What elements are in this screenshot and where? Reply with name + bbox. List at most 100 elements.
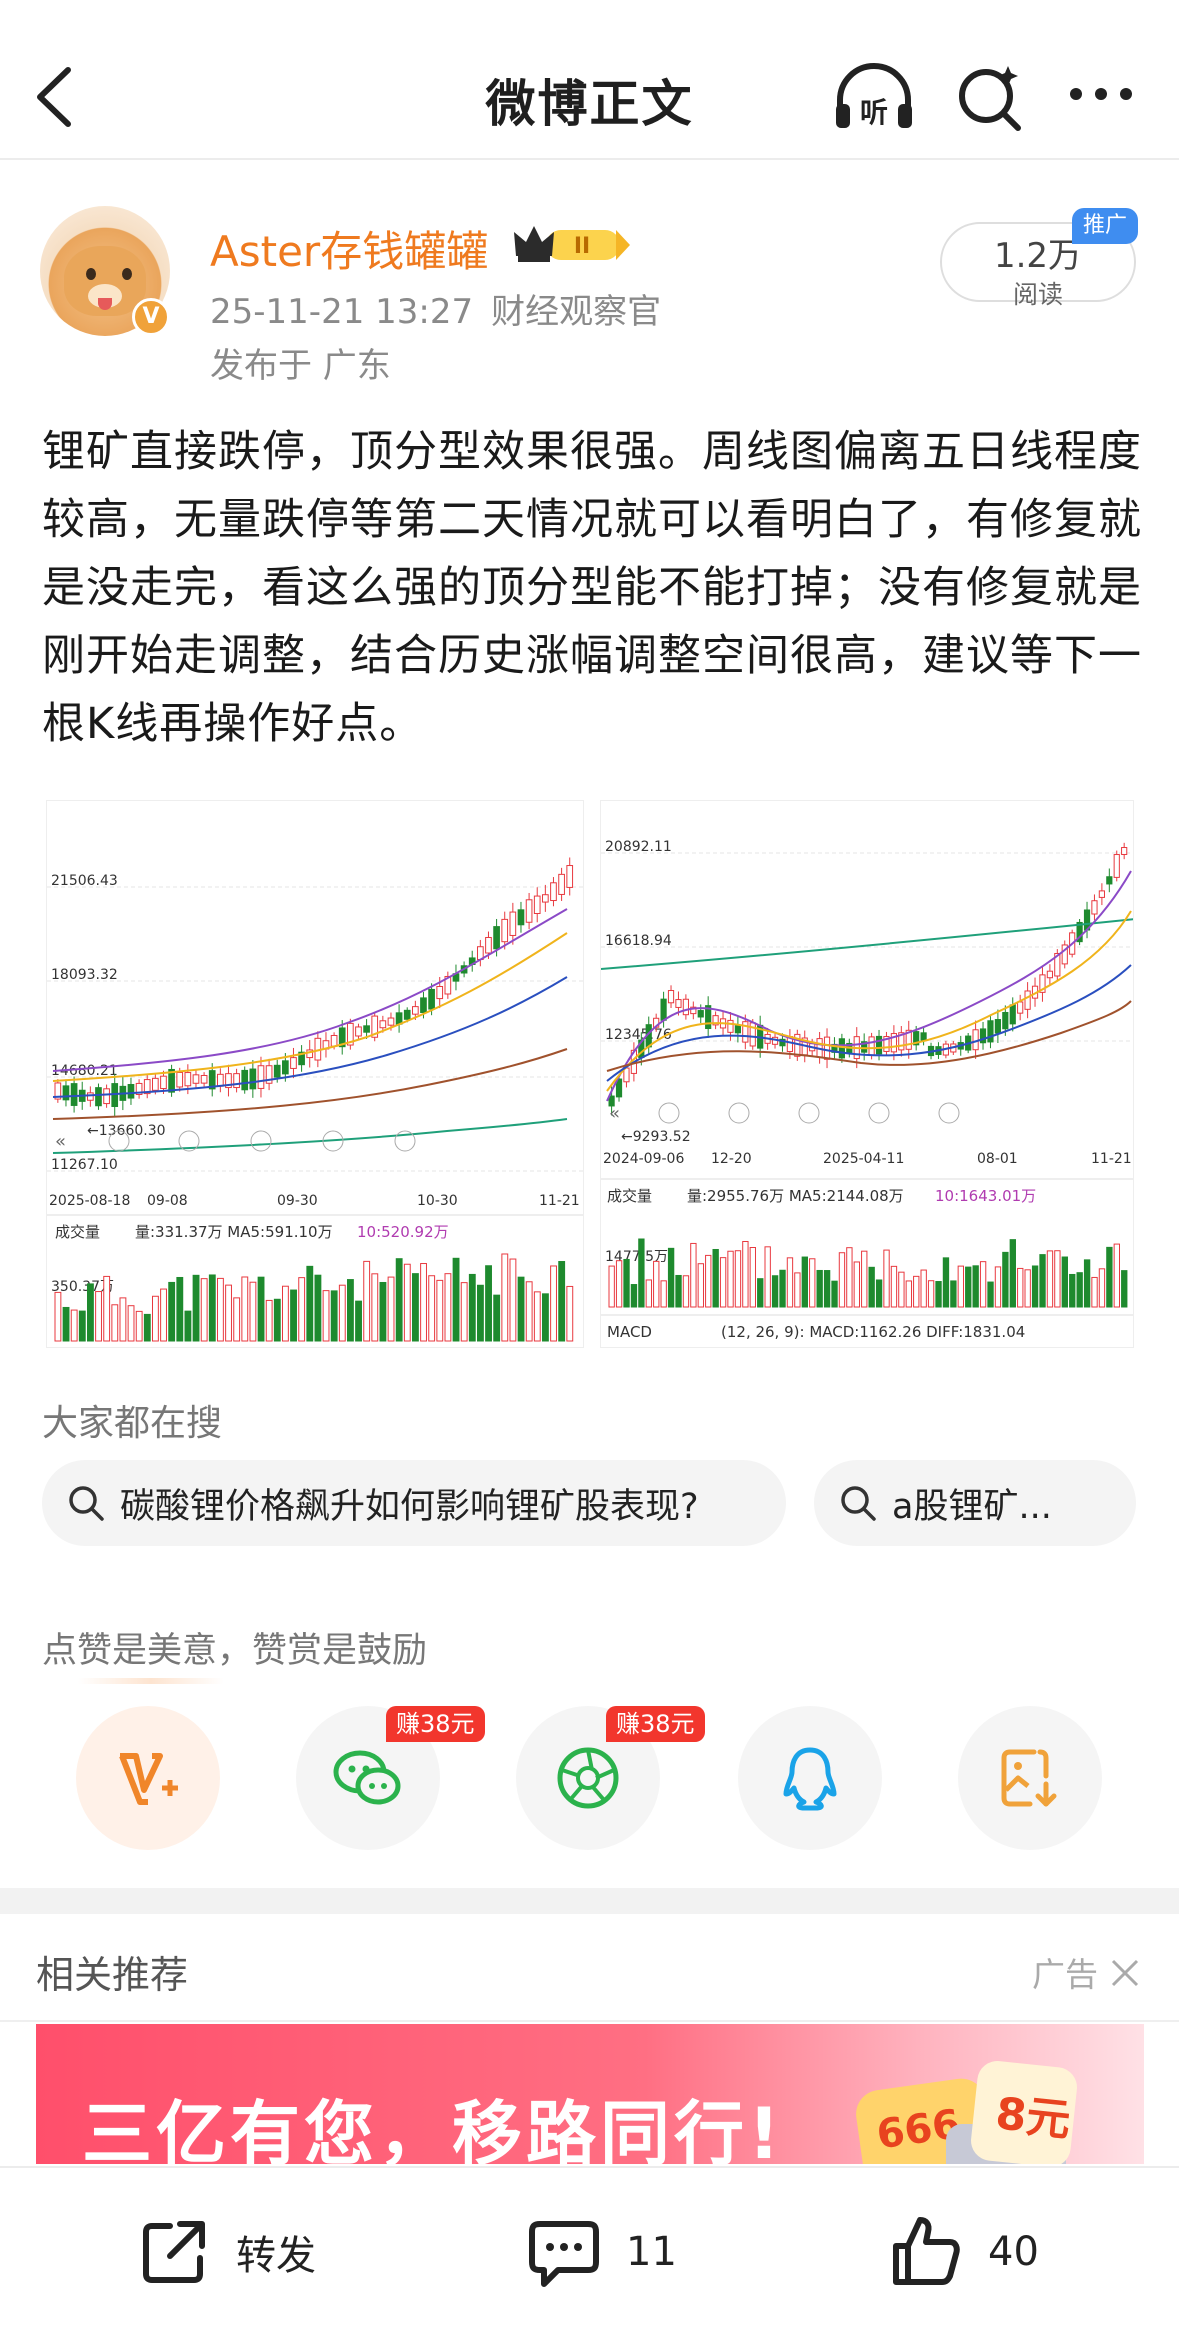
volume-bar <box>771 1275 779 1308</box>
volume-bar <box>420 1263 427 1342</box>
qq-penguin-icon <box>783 1747 837 1811</box>
volume-bar <box>477 1284 484 1342</box>
candle-body <box>412 1006 419 1015</box>
volume-bar <box>428 1275 436 1342</box>
candle-body <box>403 1009 411 1020</box>
volume-bar <box>890 1265 898 1308</box>
volume-bar <box>846 1247 853 1308</box>
ad-banner[interactable]: 三亿有您，移路同行! 666元 8元 <box>36 2024 1144 2164</box>
volume-bar <box>168 1281 176 1342</box>
volume-bar <box>935 1281 942 1308</box>
left-chart-collapse-icon[interactable]: « <box>55 1131 66 1152</box>
repost-icon <box>143 2221 205 2283</box>
candle-body <box>1002 1011 1009 1030</box>
candle-body <box>1106 876 1113 885</box>
listen-headphones-icon[interactable]: 听 <box>832 62 916 132</box>
like-button[interactable]: 40 <box>886 2212 1039 2292</box>
share-qq-button[interactable] <box>738 1706 882 1850</box>
volume-bar <box>615 1260 623 1308</box>
save-image-button[interactable] <box>958 1706 1102 1850</box>
volume-bar <box>330 1290 338 1342</box>
volume-bar <box>816 1269 823 1308</box>
right-zoom-out-icon[interactable] <box>728 1102 750 1124</box>
ad-coupon: 8元 <box>969 2059 1079 2164</box>
candle-body <box>233 1073 240 1089</box>
related-title: 相关推荐 <box>36 1953 189 1997</box>
candle-body <box>241 1069 249 1091</box>
volume-bar <box>533 1291 541 1342</box>
left-xlabel-2: 09-30 <box>277 1193 318 1209</box>
hot-search-item[interactable]: 碳酸锂价格飙升如何影响锂矿股表现? <box>42 1460 786 1546</box>
author-name[interactable]: Aster存钱罐罐 <box>210 218 488 279</box>
candle-body <box>420 997 427 1014</box>
volume-bar <box>1009 1239 1016 1308</box>
verified-badge-icon: V <box>132 298 170 336</box>
reads-label: 阅读 <box>1012 280 1063 309</box>
candle-body <box>501 918 509 943</box>
candle-body <box>542 894 549 903</box>
right-xlabel-2: 2025-04-11 <box>823 1151 904 1167</box>
candle-body <box>330 1034 338 1047</box>
candle-body <box>1024 990 1031 1010</box>
hot-search-label: 大家都在搜 <box>42 1403 223 1444</box>
volume-bar <box>566 1285 574 1342</box>
volume-bar <box>233 1297 241 1342</box>
candle-body <box>1017 1001 1024 1014</box>
volume-bar <box>395 1258 403 1342</box>
earn-badge: 赚38元 <box>386 1706 485 1742</box>
volume-bar <box>987 1281 994 1308</box>
close-ad-icon[interactable] <box>1110 1958 1140 1988</box>
left-ytick-3: 11267.10 <box>51 1157 118 1173</box>
like-count: 40 <box>988 2229 1039 2275</box>
volume-bar <box>913 1275 920 1308</box>
candle-body <box>558 873 565 895</box>
chart-image-right[interactable]: 20892.11 16618.94 12345.76 ←9293.52 « 20… <box>600 800 1134 1348</box>
right-ma5-line <box>606 870 1132 1102</box>
volume-bar <box>1069 1273 1076 1308</box>
volume-bar <box>786 1257 794 1308</box>
member-crown-icon[interactable]: II <box>512 222 632 266</box>
right-chart-collapse-icon[interactable]: « <box>609 1103 620 1124</box>
earn-badge: 赚38元 <box>606 1706 705 1742</box>
volume-bar <box>444 1273 452 1342</box>
volume-bar <box>1039 1254 1046 1308</box>
volume-bar <box>1098 1268 1106 1308</box>
candle-body <box>273 1064 281 1078</box>
comment-button[interactable]: 11 <box>524 2212 677 2292</box>
volume-bar <box>70 1309 78 1342</box>
right-zoom-in-icon[interactable] <box>658 1102 680 1124</box>
volume-bar <box>143 1313 151 1342</box>
candle-body <box>525 899 533 923</box>
chart-image-left[interactable]: 21506.43 18093.32 14680.21 11267.10 ←136… <box>46 800 584 1348</box>
candle-body <box>1046 970 1053 979</box>
promo-tag: 推广 <box>1072 208 1138 244</box>
right-volume-ma10: 10:1643.01万 <box>935 1187 1036 1205</box>
volume-bar <box>979 1261 987 1308</box>
volume-bar <box>452 1257 460 1342</box>
candle-body <box>436 986 444 1000</box>
candle-body <box>184 1072 192 1087</box>
repost-button[interactable]: 转发 <box>134 2212 316 2292</box>
volume-bar <box>379 1281 387 1342</box>
volume-bar <box>468 1273 476 1342</box>
volume-bar <box>225 1284 232 1342</box>
reward-v-plus-button[interactable] <box>76 1706 220 1850</box>
hot-search-item[interactable]: a股锂矿... <box>814 1460 1136 1546</box>
volume-bar <box>119 1297 127 1342</box>
more-options-icon[interactable] <box>1068 84 1134 104</box>
search-icon[interactable] <box>954 60 1026 132</box>
volume-bar <box>965 1266 972 1308</box>
volume-bar <box>111 1304 119 1342</box>
volume-bar <box>192 1274 200 1342</box>
candle-body <box>734 1025 741 1034</box>
volume-bar <box>493 1294 501 1342</box>
wechat-moments-icon <box>557 1747 619 1809</box>
volume-bar <box>95 1291 102 1342</box>
hot-search-text: 碳酸锂价格飙升如何影响锂矿股表现? <box>120 1486 699 1527</box>
right-fullscreen-icon[interactable] <box>938 1102 960 1124</box>
right-pan-left-icon[interactable] <box>798 1102 820 1124</box>
candle-body <box>290 1057 297 1069</box>
volume-bar <box>298 1277 306 1342</box>
right-pan-right-icon[interactable] <box>868 1102 890 1124</box>
left-xlabel-4: 11-21 <box>539 1193 580 1209</box>
